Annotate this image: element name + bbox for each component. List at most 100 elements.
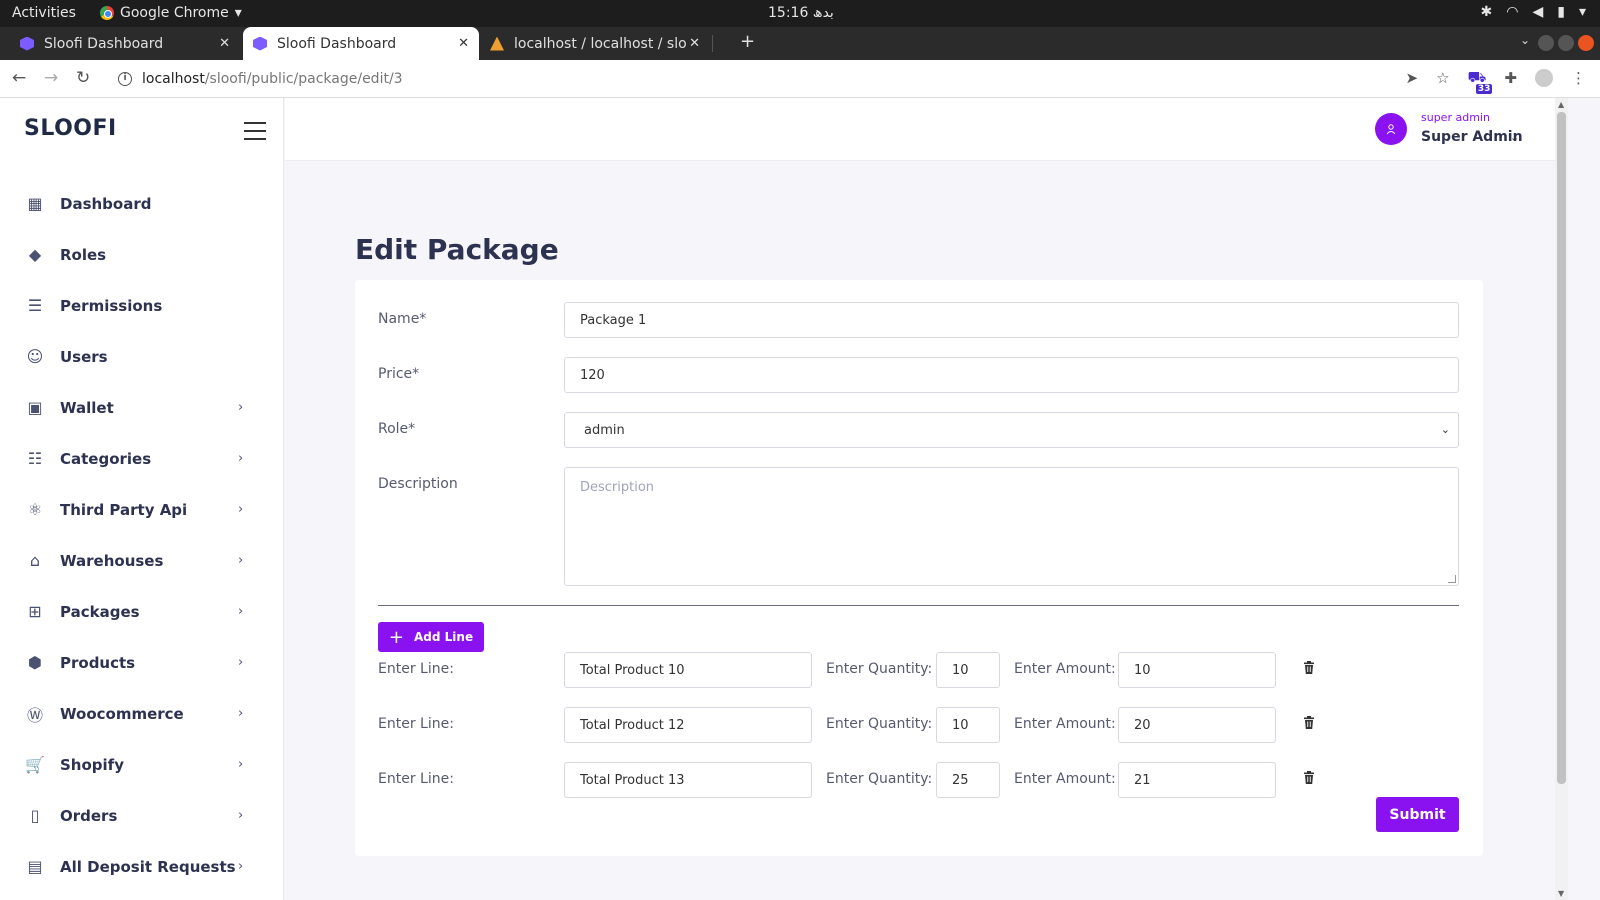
sidebar-item-roles[interactable]: ◆ Roles — [0, 229, 283, 280]
line-input[interactable]: Total Product 10 — [564, 652, 812, 688]
close-icon[interactable]: ✕ — [689, 36, 700, 51]
tab-sloofi-1[interactable]: Sloofi Dashboard ✕ — [10, 27, 240, 60]
amount-input[interactable]: 10 — [1118, 652, 1276, 688]
profile-icon[interactable] — [1535, 69, 1553, 87]
volume-icon[interactable]: ◀ — [1532, 4, 1543, 20]
submit-button[interactable]: Submit — [1376, 797, 1459, 832]
sidebar-item-warehouses[interactable]: ⌂ Warehouses › — [0, 535, 283, 586]
forward-icon[interactable]: → — [44, 68, 58, 88]
system-tray[interactable]: ✱ ◠ ◀ ▮ ▾ — [1481, 4, 1586, 20]
new-tab-icon[interactable]: + — [740, 31, 755, 52]
sidebar-item-packages[interactable]: ⊞ Packages › — [0, 586, 283, 637]
description-label: Description — [378, 476, 458, 492]
users-icon: ☺ — [26, 347, 44, 366]
tab-sloofi-2[interactable]: Sloofi Dashboard ✕ — [243, 27, 479, 60]
price-input[interactable]: 120 — [564, 357, 1459, 393]
quantity-input[interactable]: 25 — [936, 762, 1000, 798]
cart-icon: 🛒 — [25, 755, 45, 774]
scroll-down-icon[interactable]: ▼ — [1558, 889, 1564, 898]
role-selected-value: admin — [584, 422, 625, 438]
close-window-icon[interactable] — [1578, 35, 1594, 51]
warehouse-icon: ⌂ — [29, 551, 41, 570]
sidebar-item-categories[interactable]: ☷ Categories › — [0, 433, 283, 484]
sidebar-item-products[interactable]: ⬢ Products › — [0, 637, 283, 688]
trash-icon[interactable] — [1303, 661, 1317, 675]
amount-input[interactable]: 20 — [1118, 707, 1276, 743]
reload-icon[interactable]: ↻ — [76, 68, 90, 88]
add-line-button[interactable]: + Add Line — [378, 622, 484, 652]
scrollbar-thumb[interactable] — [1557, 112, 1566, 784]
url-path: /sloofi/public/package/edit/3 — [204, 71, 403, 87]
sloofi-favicon-icon — [20, 36, 34, 51]
name-label: Name* — [378, 311, 427, 327]
page-scrollbar[interactable]: ▲ ▼ — [1555, 98, 1568, 900]
chevron-right-icon: › — [238, 451, 244, 466]
puzzle-icon[interactable]: ✚ — [1504, 69, 1517, 87]
trash-icon[interactable] — [1303, 716, 1317, 730]
brand-logo[interactable]: SLOOFI — [24, 116, 117, 141]
wifi-icon[interactable]: ◠ — [1506, 4, 1518, 20]
wordpress-icon: Ⓦ — [26, 705, 43, 725]
info-icon[interactable]: i — [118, 72, 132, 86]
line-label: Enter Line: — [378, 771, 454, 787]
app-menu[interactable]: Google Chrome ▾ — [100, 5, 242, 21]
tab-search-icon[interactable]: ⌄ — [1520, 33, 1530, 47]
chevron-down-icon[interactable]: ⌄ — [1510, 131, 1519, 144]
role-select[interactable]: admin ⌄ — [564, 412, 1459, 448]
sidebar-item-label: All Deposit Requests — [60, 857, 236, 876]
chevron-down-icon[interactable]: ▾ — [1579, 4, 1586, 20]
extension-badge: 33 — [1475, 84, 1493, 94]
sidebar-item-users[interactable]: ☺ Users — [0, 331, 283, 382]
sidebar-item-dashboard[interactable]: ▦ Dashboard — [0, 178, 283, 229]
chevron-right-icon: › — [238, 502, 244, 517]
star-icon[interactable]: ☆ — [1436, 69, 1449, 87]
window-controls — [1538, 35, 1594, 51]
sidebar-item-all-deposit-requests[interactable]: ▤ All Deposit Requests › — [0, 841, 283, 892]
sidebar-item-label: Shopify — [60, 755, 124, 774]
tab-separator — [712, 35, 713, 52]
hamburger-menu-icon[interactable] — [244, 122, 266, 146]
chevron-down-icon: ▾ — [234, 5, 242, 21]
tag-icon: ◆ — [28, 245, 42, 264]
resize-handle[interactable] — [1448, 575, 1456, 583]
quantity-input[interactable]: 10 — [936, 707, 1000, 743]
trash-icon[interactable] — [1303, 771, 1317, 785]
name-input[interactable]: Package 1 — [564, 302, 1459, 338]
sidebar-item-third-party-api[interactable]: ⚛ Third Party Api › — [0, 484, 283, 535]
scroll-up-icon[interactable]: ▲ — [1558, 100, 1564, 109]
extension-icon[interactable]: ⛟ 33 — [1468, 68, 1493, 94]
address-bar[interactable]: i localhost/sloofi/public/package/edit/3 — [110, 64, 1450, 94]
sidebar-item-shopify[interactable]: 🛒 Shopify › — [0, 739, 283, 790]
sidebar-item-label: Dashboard — [60, 194, 152, 213]
sidebar-item-orders[interactable]: ▯ Orders › — [0, 790, 283, 841]
sidebar-item-permissions[interactable]: ☰ Permissions — [0, 280, 283, 331]
sidebar-item-label: Users — [60, 347, 108, 366]
send-icon[interactable]: ➤ — [1406, 69, 1419, 87]
battery-icon[interactable]: ▮ — [1557, 4, 1565, 20]
line-input[interactable]: Total Product 13 — [564, 762, 812, 798]
amount-input[interactable]: 21 — [1118, 762, 1276, 798]
description-textarea[interactable]: Description — [564, 467, 1459, 586]
close-icon[interactable]: ✕ — [458, 36, 469, 51]
clock[interactable]: بدھ 15:16 — [768, 5, 834, 21]
line-label: Enter Line: — [378, 661, 454, 677]
plus-icon: + — [388, 626, 404, 648]
chrome-icon — [100, 6, 114, 20]
sidebar-item-label: Packages — [60, 602, 140, 621]
quantity-input[interactable]: 10 — [936, 652, 1000, 688]
chevron-right-icon: › — [238, 400, 244, 415]
sidebar-item-woocommerce[interactable]: Ⓦ Woocommerce › — [0, 688, 283, 739]
slack-icon[interactable]: ✱ — [1481, 4, 1493, 20]
kebab-menu-icon[interactable]: ⋮ — [1571, 69, 1586, 87]
tab-phpmyadmin[interactable]: localhost / localhost / slo ✕ — [480, 27, 710, 60]
sidebar-item-wallet[interactable]: ▣ Wallet › — [0, 382, 283, 433]
maximize-icon[interactable] — [1558, 35, 1574, 51]
minimize-icon[interactable] — [1538, 35, 1554, 51]
close-icon[interactable]: ✕ — [219, 36, 230, 51]
user-avatar[interactable] — [1375, 113, 1407, 145]
activities-button[interactable]: Activities — [12, 5, 76, 21]
sidebar-item-label: Warehouses — [60, 551, 164, 570]
line-input[interactable]: Total Product 12 — [564, 707, 812, 743]
user-name[interactable]: Super Admin — [1421, 129, 1523, 145]
back-icon[interactable]: ← — [12, 68, 26, 88]
